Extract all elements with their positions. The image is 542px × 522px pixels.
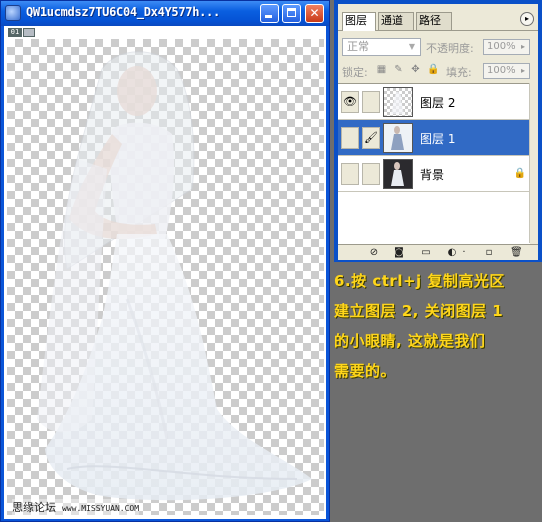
bride-figure-image [37,51,312,501]
tab-paths[interactable]: 路径 [416,12,452,30]
layers-palette-body: 图层 通道 路径 ▸ 正常 ▼ 不透明度: 100% ▸ 锁定: ▦ ✎ ✥ 🔒… [338,4,538,260]
watermark-url: www.MISSYUAN.COM [62,504,140,513]
link-icon[interactable]: ⊘ [368,247,380,258]
document-badge: 01 [8,28,35,38]
note-line-1: 6.按 ctrl+j 复制高光区 [334,272,505,290]
lock-all-icon[interactable]: 🔒 [427,64,439,75]
palette-menu-icon: ▸ [524,14,529,23]
layer-list: 👁 图层 2 🖌 图层 1 背景 🔒 [338,83,530,244]
layer-name: 图层 1 [420,132,456,146]
note-line-4: 需要的。 [334,362,397,380]
thumbnail-figure [391,126,404,150]
layers-footer-toolbar: ⊘ ◙ ▭ ◐ · ▫ 🗑 [338,244,538,260]
layer-row-layer-2[interactable]: 👁 图层 2 [338,84,530,120]
layer-row-layer-1[interactable]: 🖌 图层 1 [338,120,530,156]
new-set-icon[interactable]: ▭ [420,247,432,258]
fill-input[interactable]: 100% ▸ [483,63,530,79]
add-mask-icon[interactable]: · [458,247,470,258]
instruction-note: 6.按 ctrl+j 复制高光区 建立图层 2, 关闭图层 1 的小眼睛, 这就… [334,266,540,386]
note-line-2: 建立图层 2, 关闭图层 1 [334,302,504,320]
fill-value: 100% [487,65,516,76]
watermark-text: 思缘论坛 [12,501,56,514]
lock-pixels-icon[interactable]: ✎ [393,64,404,75]
minimize-icon [265,15,272,18]
palette-tabs: 图层 通道 路径 [338,12,538,31]
photoshop-doc-icon[interactable] [5,5,21,21]
trash-icon[interactable]: 🗑 [510,247,523,258]
document-canvas-area[interactable]: 01 思缘论坛 www.MISSYUAN.COM [4,26,326,519]
opacity-value: 100% [487,41,516,52]
opacity-input[interactable]: 100% ▸ [483,39,530,55]
lock-position-icon[interactable]: ✥ [410,64,421,75]
layer-thumbnail [383,159,413,189]
adjustment-layer-icon[interactable]: ◐ [446,247,458,258]
layer-thumbnail [383,87,413,117]
blend-opacity-row: 正常 ▼ 不透明度: 100% ▸ [338,38,538,58]
chevron-right-icon: ▸ [520,42,525,51]
blend-mode-select[interactable]: 正常 ▼ [342,38,421,56]
thumbnail-figure [391,162,404,186]
maximize-button[interactable] [282,4,301,23]
close-icon: ✕ [309,6,320,20]
eye-icon[interactable]: 👁 [341,91,359,113]
lock-label: 锁定: [342,66,368,79]
layer-link-cell[interactable] [362,91,380,113]
new-layer-icon[interactable]: ▫ [483,247,495,258]
layer-link-cell[interactable] [362,163,380,185]
layer-thumbnail [383,123,413,153]
layer-name: 背景 [420,168,445,182]
minimize-button[interactable] [260,4,279,23]
add-style-icon[interactable]: ◙ [393,247,405,258]
brush-icon[interactable]: 🖌 [362,127,380,149]
lock-icon: 🔒 [513,168,526,179]
tab-layers[interactable]: 图层 [342,12,376,31]
maximize-icon [287,8,296,17]
close-button[interactable]: ✕ [305,4,324,23]
lock-fill-row: 锁定: ▦ ✎ ✥ 🔒 填充: 100% ▸ [338,62,538,80]
document-titlebar[interactable]: QW1ucmdsz7TU6C04_Dx4Y577h... ✕ [1,1,329,26]
layer-name: 图层 2 [420,96,456,110]
layer-list-scrollbar[interactable] [529,83,538,243]
blend-mode-value: 正常 [347,40,369,53]
lock-transparency-icon[interactable]: ▦ [376,64,387,75]
thumbnail-figure [391,91,404,114]
chevron-down-icon: ▼ [408,42,416,51]
fill-label: 填充: [446,66,472,79]
badge-number: 01 [8,28,22,37]
watermark: 思缘论坛 www.MISSYUAN.COM [12,499,140,515]
chevron-right-icon: ▸ [520,66,525,75]
document-window: QW1ucmdsz7TU6C04_Dx4Y577h... ✕ 01 思缘论坛 w… [0,0,330,522]
tab-channels[interactable]: 通道 [378,12,414,30]
document-title: QW1ucmdsz7TU6C04_Dx4Y577h... [26,5,220,19]
visibility-toggle-off[interactable] [341,127,359,149]
opacity-label: 不透明度: [426,42,474,55]
visibility-toggle-off[interactable] [341,163,359,185]
badge-icon [23,28,35,37]
note-line-3: 的小眼睛, 这就是我们 [334,332,486,350]
palette-menu-button[interactable]: ▸ [520,12,534,26]
layers-palette: 图层 通道 路径 ▸ 正常 ▼ 不透明度: 100% ▸ 锁定: ▦ ✎ ✥ 🔒… [334,0,542,262]
transparent-canvas[interactable] [7,39,324,515]
layer-row-background[interactable]: 背景 🔒 [338,156,530,192]
